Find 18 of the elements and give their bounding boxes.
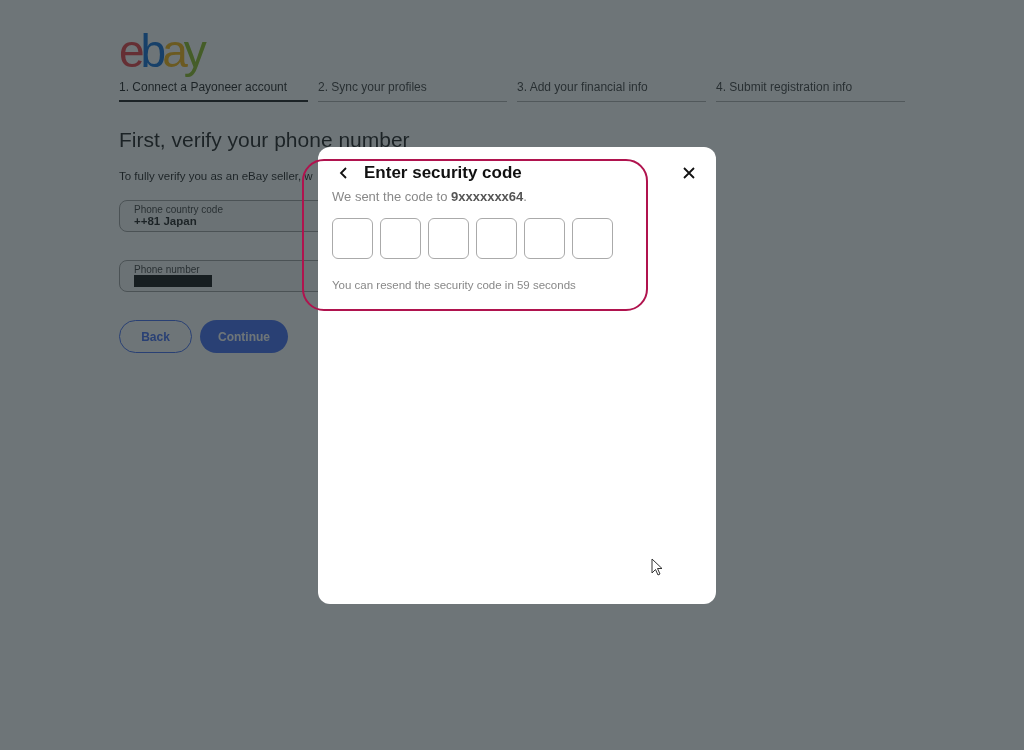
continue-button[interactable]: Continue — [200, 320, 288, 353]
back-icon[interactable] — [338, 166, 350, 180]
back-button[interactable]: Back — [119, 320, 192, 353]
page-heading: First, verify your phone number — [119, 128, 411, 152]
code-input[interactable] — [332, 218, 373, 259]
code-input[interactable] — [572, 218, 613, 259]
intro-text: To fully verify you as an eBay seller, w — [119, 170, 313, 182]
close-icon[interactable] — [682, 166, 696, 180]
step-tab[interactable]: 3. Add your financial info — [517, 80, 706, 102]
code-input[interactable] — [476, 218, 517, 259]
code-input[interactable] — [428, 218, 469, 259]
dialog-title: Enter security code — [364, 163, 523, 183]
code-input[interactable] — [380, 218, 421, 259]
step-tab[interactable]: 2. Sync your profiles — [318, 80, 507, 102]
mouse-pointer-icon — [651, 558, 663, 576]
code-input[interactable] — [524, 218, 565, 259]
step-tab[interactable]: 4. Submit registration info — [716, 80, 905, 102]
step-tab[interactable]: 1. Connect a Payoneer account — [119, 80, 308, 102]
